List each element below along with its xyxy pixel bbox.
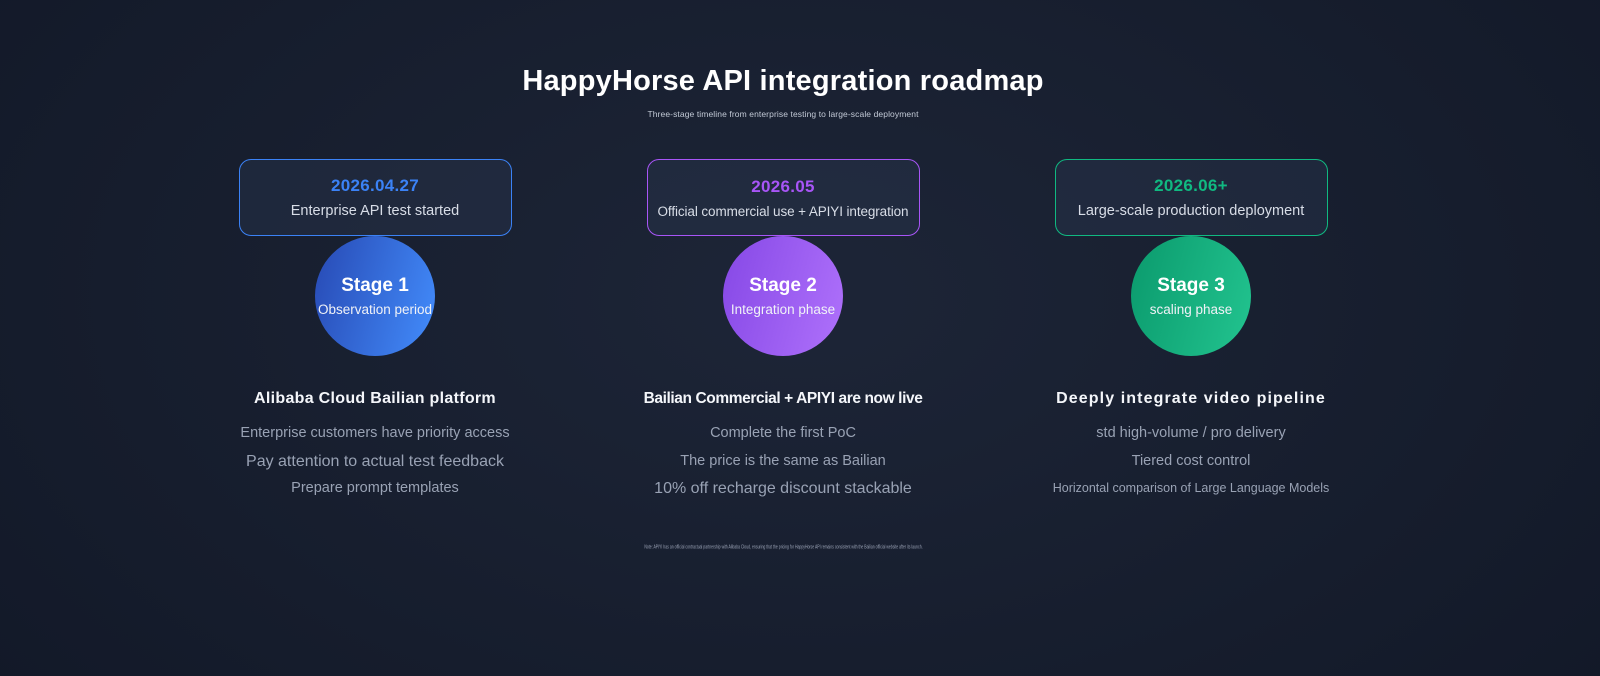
stage-3-phase: scaling phase (1149, 302, 1233, 317)
stage-1-date: 2026.04.27 (330, 176, 420, 195)
stage-2-name: Stage 2 (749, 275, 817, 296)
roadmap-page: HappyHorse API integration roadmap Three… (0, 64, 1566, 676)
stage-2-date: 2026.05 (751, 176, 815, 196)
stage-1-point: Pay attention to actual test feedback (246, 452, 504, 470)
stage-2-column: 2026.05 Official commercial use + APIYI … (644, 159, 923, 503)
stage-2-details: Bailian Commercial + APIYI are now live … (644, 389, 923, 503)
stage-2-phase: Integration phase (730, 302, 836, 317)
stage-3-point: Horizontal comparison of Large Language … (1052, 481, 1330, 495)
stage-3-milestone-card: 2026.06+ Large-scale production deployme… (1054, 159, 1328, 236)
stage-2-milestone-label: Official commercial use + APIYI integrat… (657, 203, 909, 219)
stage-2-heading: Bailian Commercial + APIYI are now live (643, 390, 923, 407)
stage-3-milestone-label: Large-scale production deployment (1077, 203, 1305, 219)
stage-3-details: Deeply integrate video pipeline std high… (1053, 389, 1330, 503)
stage-1-details: Alibaba Cloud Bailian platform Enterpris… (240, 389, 509, 503)
stage-2-milestone-card: 2026.05 Official commercial use + APIYI … (646, 159, 920, 236)
stage-1-point: Prepare prompt templates (291, 480, 459, 496)
stage-1-column: 2026.04.27 Enterprise API test started S… (238, 159, 512, 503)
stage-2-badge: Stage 2 Integration phase (723, 236, 843, 356)
footnote-container: Note: APIYI has an official contractual … (0, 541, 1566, 553)
stage-2-point: The price is the same as Bailian (680, 452, 886, 469)
stage-3-date: 2026.06+ (1154, 176, 1228, 195)
stage-3-point: Tiered cost control (1131, 452, 1251, 469)
page-subtitle: Three-stage timeline from enterprise tes… (647, 109, 919, 119)
stages-row: 2026.04.27 Enterprise API test started S… (0, 159, 1566, 503)
stage-1-badge: Stage 1 Observation period (315, 236, 435, 356)
stage-1-milestone-card: 2026.04.27 Enterprise API test started (238, 159, 512, 236)
stage-1-name: Stage 1 (341, 275, 409, 296)
stage-2-point: 10% off recharge discount stackable (654, 480, 912, 497)
stage-3-point: std high-volume / pro delivery (1096, 425, 1286, 441)
stage-1-phase: Observation period (317, 302, 433, 317)
page-title: HappyHorse API integration roadmap (522, 65, 1044, 97)
stage-1-milestone-label: Enterprise API test started (290, 203, 460, 219)
footnote-text: Note: APIYI has an official contractual … (643, 543, 923, 550)
stage-1-point: Enterprise customers have priority acces… (240, 425, 510, 441)
stage-3-name: Stage 3 (1157, 275, 1225, 296)
stage-2-point: Complete the first PoC (710, 425, 856, 441)
stage-3-column: 2026.06+ Large-scale production deployme… (1053, 159, 1330, 503)
stage-1-heading: Alibaba Cloud Bailian platform (254, 390, 496, 407)
stage-3-badge: Stage 3 scaling phase (1131, 236, 1251, 356)
stage-3-heading: Deeply integrate video pipeline (1056, 390, 1326, 407)
